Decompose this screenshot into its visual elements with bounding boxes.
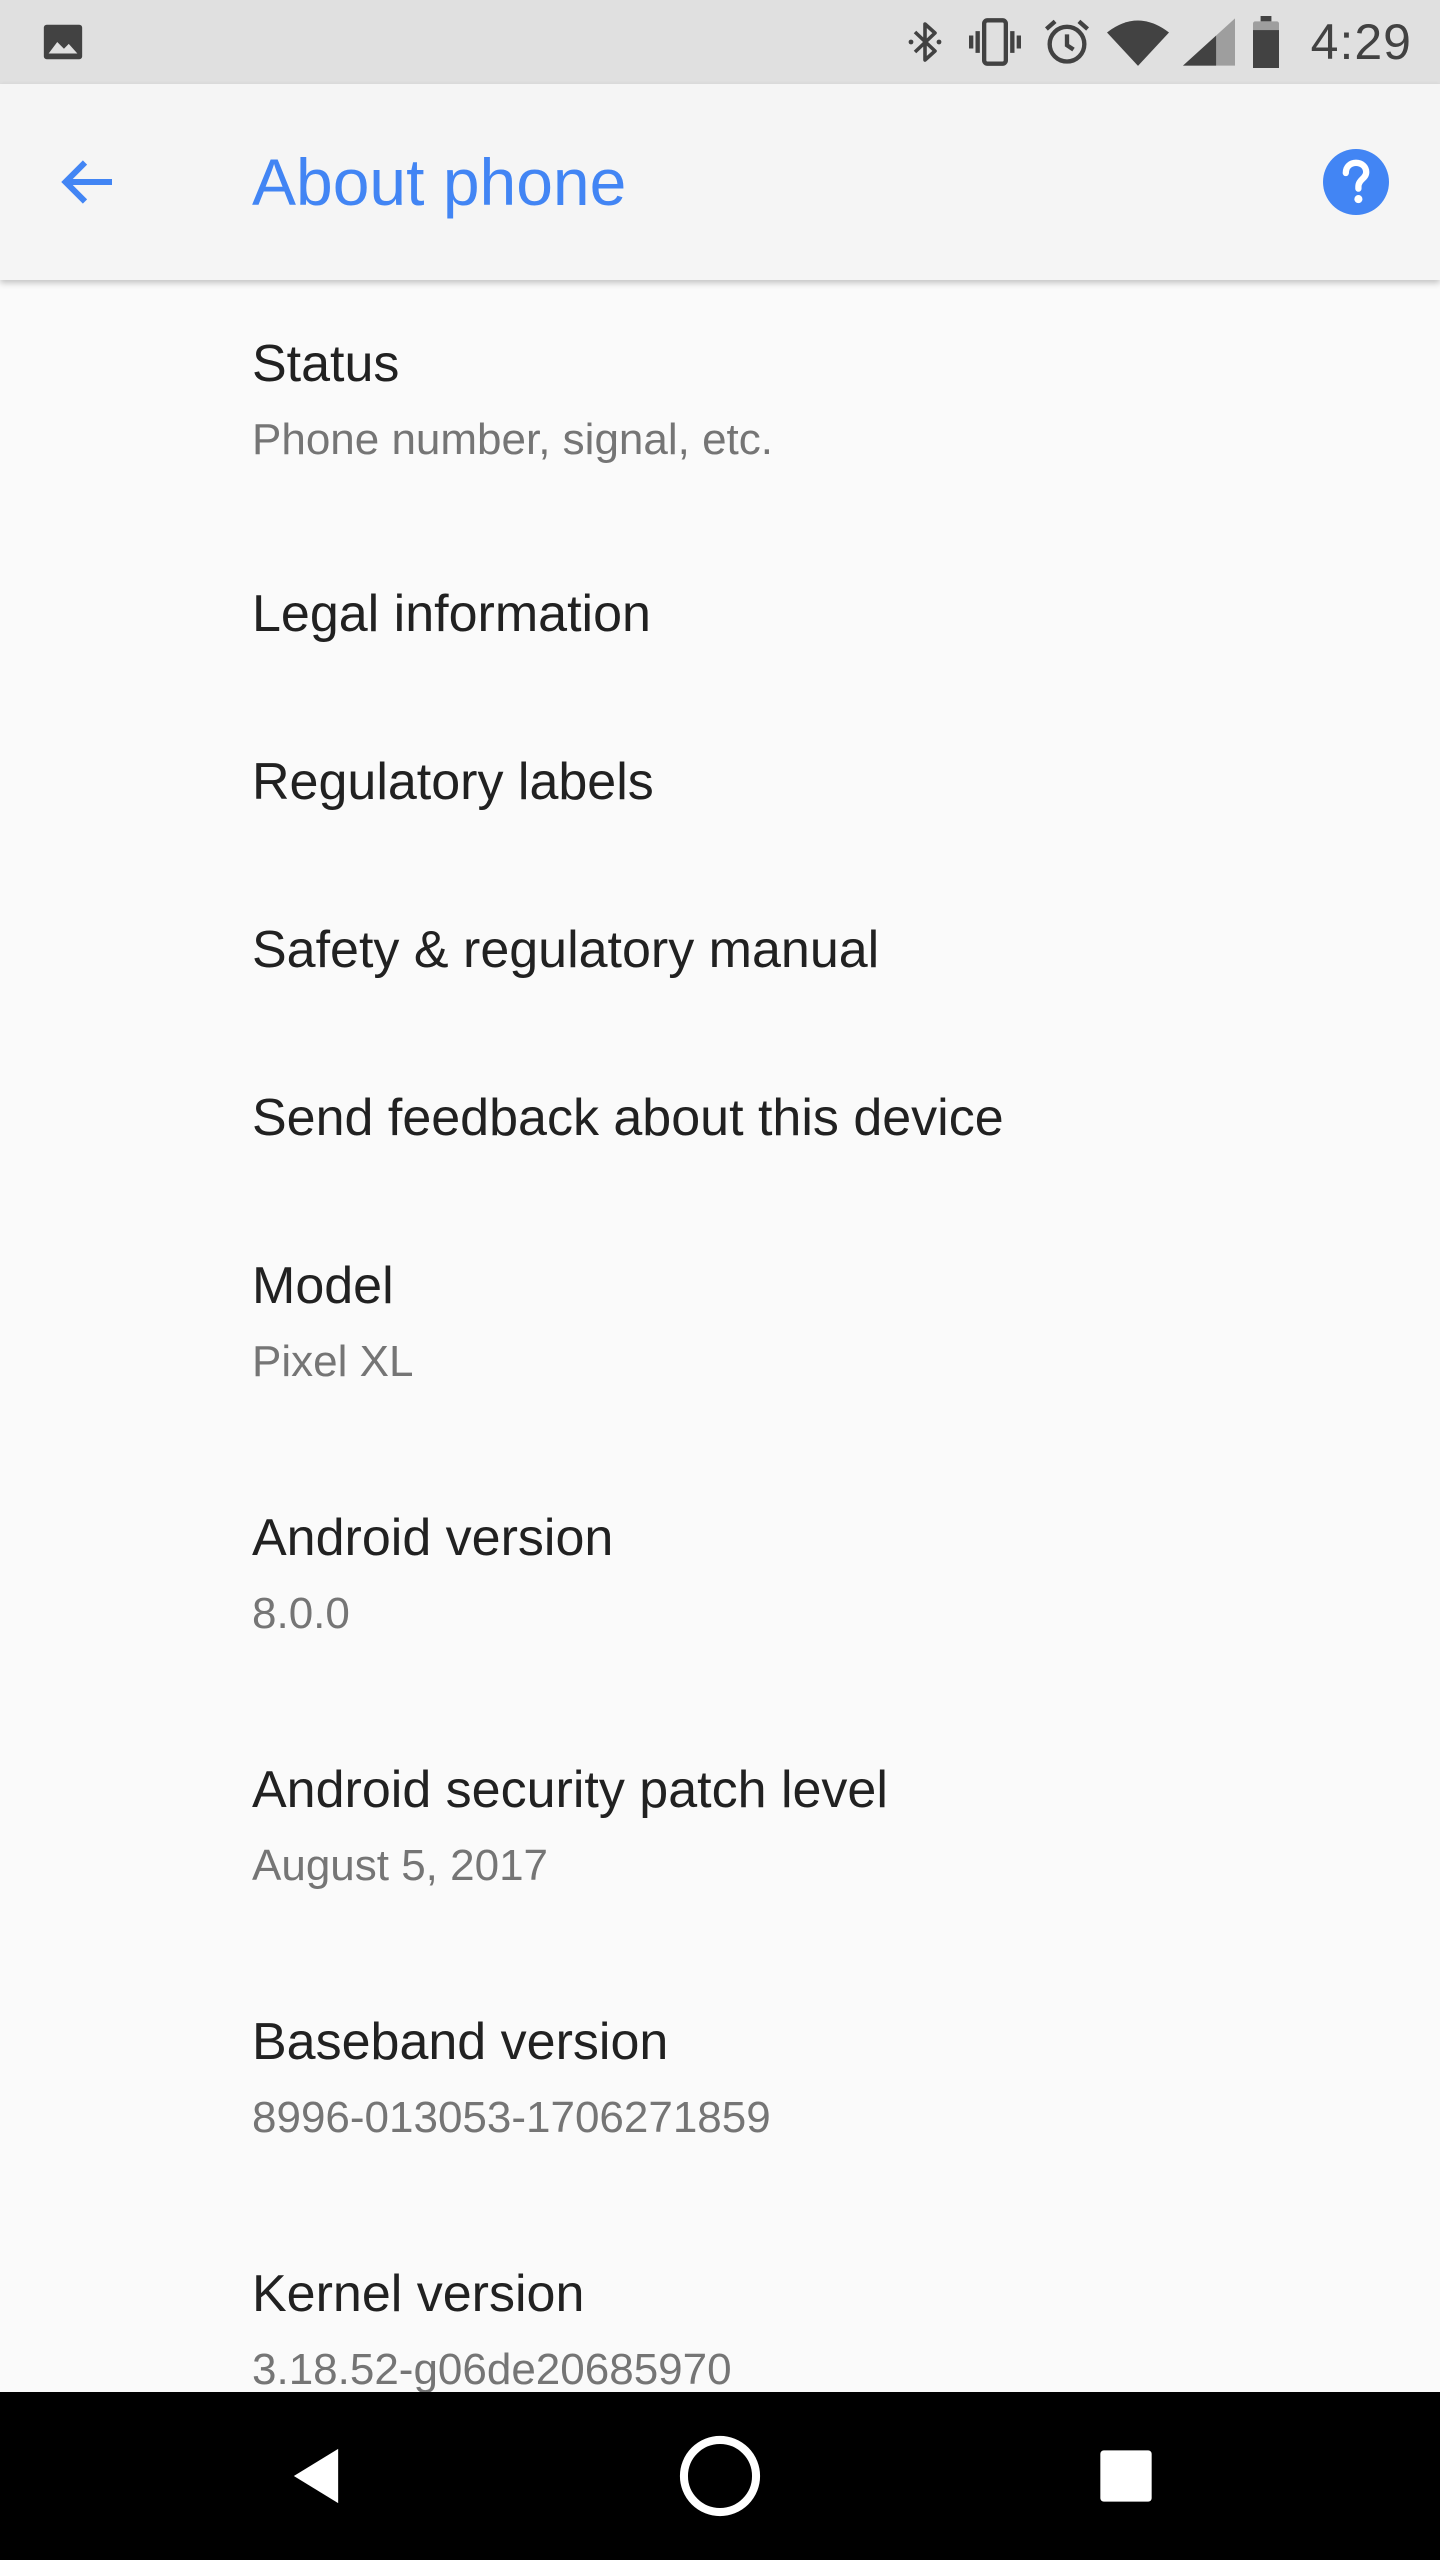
item-title: Safety & regulatory manual — [252, 921, 880, 979]
nav-home-button[interactable] — [670, 2426, 770, 2526]
status-time: 4:29 — [1310, 14, 1412, 70]
item-title: Send feedback about this device — [252, 1089, 1004, 1147]
back-triangle-icon — [293, 2448, 339, 2504]
item-title: Baseband version — [252, 2013, 669, 2071]
home-circle-icon — [679, 2435, 761, 2517]
item-title: Model — [252, 1257, 394, 1315]
list-item-android-version[interactable]: Android version 8.0.0 — [0, 1506, 1440, 1642]
page-title: About phone — [252, 145, 627, 219]
nav-back-button[interactable] — [266, 2426, 366, 2526]
list-item-regulatory-labels[interactable]: Regulatory labels — [0, 750, 1440, 814]
recents-square-icon — [1100, 2450, 1152, 2502]
item-summary: August 5, 2017 — [252, 1841, 549, 1890]
item-title: Android security patch level — [252, 1761, 888, 1819]
wifi-icon — [1106, 17, 1169, 67]
item-title: Legal information — [252, 585, 651, 643]
list-item-send-feedback[interactable]: Send feedback about this device — [0, 1086, 1440, 1150]
item-title: Status — [252, 335, 400, 393]
app-bar: About phone — [0, 84, 1440, 280]
item-title: Android version — [252, 1509, 614, 1567]
back-button[interactable] — [44, 138, 132, 226]
list-item-safety-manual[interactable]: Safety & regulatory manual — [0, 918, 1440, 982]
item-summary: 8996-013053-1706271859 — [252, 2093, 771, 2142]
image-notification-icon — [40, 19, 86, 65]
status-left — [40, 19, 86, 65]
status-right: 4:29 — [901, 13, 1412, 71]
nav-recents-button[interactable] — [1076, 2426, 1176, 2526]
status-bar: 4:29 — [0, 0, 1440, 84]
cell-signal-icon — [1182, 17, 1235, 67]
list-item-model[interactable]: Model Pixel XL — [0, 1254, 1440, 1390]
screen: 4:29 About phone Status Phone number, si… — [0, 0, 1440, 2560]
help-icon — [1323, 149, 1389, 215]
item-summary: 3.18.52-g06de20685970 — [252, 2345, 732, 2392]
bluetooth-icon — [901, 16, 949, 68]
list-item-kernel-version[interactable]: Kernel version 3.18.52-g06de20685970 — [0, 2262, 1440, 2392]
item-summary: Phone number, signal, etc. — [252, 415, 773, 464]
settings-list: Status Phone number, signal, etc. Legal … — [0, 280, 1440, 2392]
alarm-icon — [1041, 16, 1093, 68]
item-summary: Pixel XL — [252, 1337, 414, 1386]
item-title: Kernel version — [252, 2265, 585, 2323]
list-item-baseband-version[interactable]: Baseband version 8996-013053-1706271859 — [0, 2010, 1440, 2146]
vibrate-icon — [963, 16, 1027, 68]
navigation-bar — [0, 2392, 1440, 2560]
item-title: Regulatory labels — [252, 753, 654, 811]
item-summary: 8.0.0 — [252, 1589, 350, 1638]
arrow-back-icon — [61, 160, 112, 204]
battery-icon — [1249, 16, 1283, 68]
list-item-security-patch-level[interactable]: Android security patch level August 5, 2… — [0, 1758, 1440, 1894]
list-item-legal-information[interactable]: Legal information — [0, 582, 1440, 646]
list-item-status[interactable]: Status Phone number, signal, etc. — [0, 332, 1440, 468]
help-button[interactable] — [1316, 142, 1396, 222]
